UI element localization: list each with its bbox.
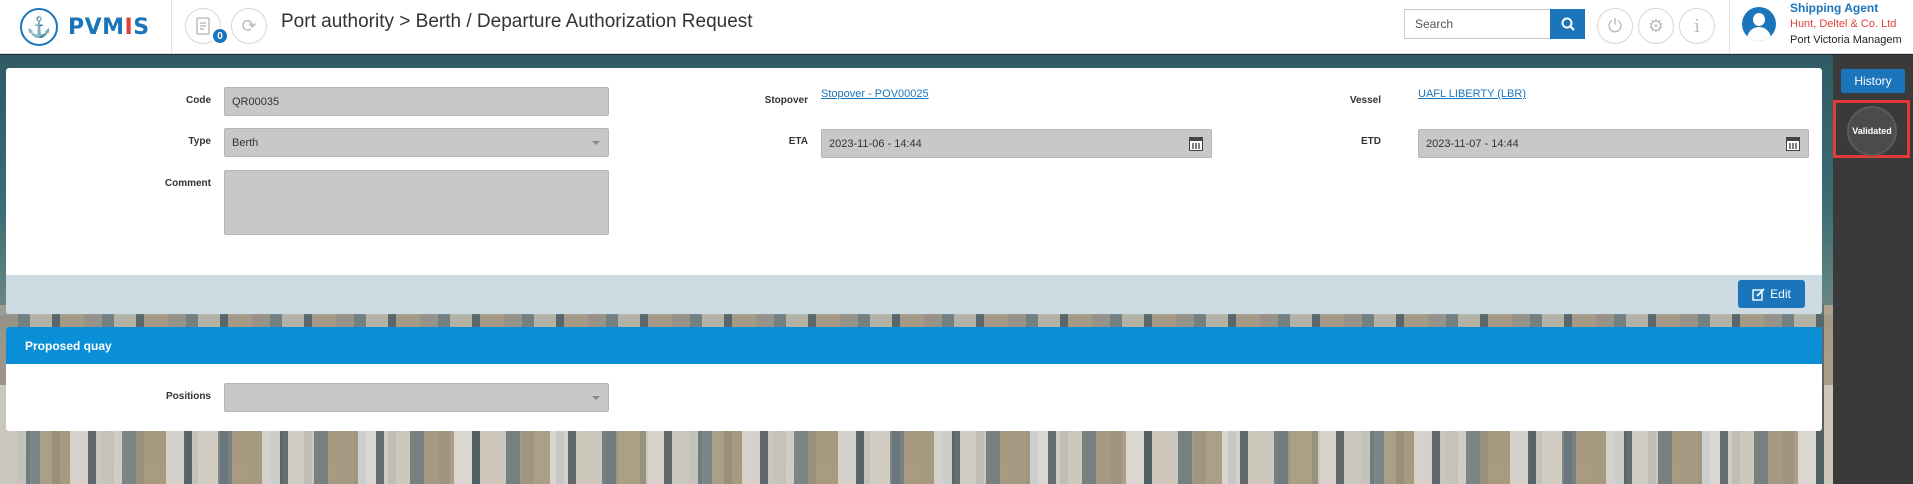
proposed-quay-header: Proposed quay [6,327,1822,364]
status-indicator: Validated [1847,106,1897,156]
type-label: Type [188,136,211,147]
document-icon [196,17,210,35]
edit-icon [1752,287,1765,301]
etd-field[interactable]: 2023-11-07 - 14:44 [1418,129,1809,158]
anchor-icon: ⚓ [20,8,58,46]
app-name: PVMIS [68,14,150,40]
chevron-down-icon [592,141,600,145]
eta-label: ETA [788,136,808,147]
refresh-button[interactable]: ⟳ [231,8,267,44]
comment-textarea[interactable] [224,170,609,235]
search-input[interactable] [1404,9,1550,39]
user-profile[interactable]: Shipping Agent Hunt, Deltel & Co. Ltd Po… [1729,0,1913,54]
proposed-quay-card: Proposed quay Positions [6,327,1822,431]
info-button[interactable]: i [1679,8,1715,44]
search-button[interactable] [1550,9,1585,39]
user-role: Shipping Agent [1790,1,1879,15]
chevron-down-icon [592,396,600,400]
notification-count-badge: 0 [211,27,229,45]
top-bar: ⚓ PVMIS 0 ⟳ Port authority > Berth / Dep… [0,0,1913,54]
refresh-icon: ⟳ [241,15,257,36]
vessel-label: Vessel [1349,95,1381,106]
positions-select[interactable] [224,383,609,412]
comment-label: Comment [164,178,211,189]
settings-button[interactable]: ⚙ [1638,8,1674,44]
page-title: Port authority > Berth / Departure Autho… [281,11,753,32]
edit-button[interactable]: Edit [1738,280,1805,308]
search-icon [1561,17,1575,31]
history-button[interactable]: History [1841,69,1905,93]
request-form-card: Code QR00035 Type Berth Comment Stopover… [6,68,1822,314]
positions-label: Positions [165,391,211,402]
stopover-label: Stopover [764,95,808,106]
code-label: Code [186,95,211,106]
user-company: Hunt, Deltel & Co. Ltd [1790,18,1897,30]
gears-icon: ⚙ [1647,15,1665,36]
type-select[interactable]: Berth [224,128,609,157]
stopover-link[interactable]: Stopover - POV00025 [821,88,929,100]
calendar-icon[interactable] [1189,137,1203,151]
avatar [1742,7,1776,41]
power-button[interactable]: ⏻ [1597,8,1633,44]
info-icon: i [1694,15,1700,37]
eta-field[interactable]: 2023-11-06 - 14:44 [821,129,1212,158]
user-port: Port Victoria Managem [1790,34,1902,46]
power-icon: ⏻ [1607,15,1623,36]
vessel-link[interactable]: UAFL LIBERTY (LBR) [1418,88,1526,100]
code-field[interactable]: QR00035 [224,87,609,116]
form-footer [6,275,1822,314]
etd-label: ETD [1361,136,1381,147]
calendar-icon[interactable] [1786,137,1800,151]
app-logo[interactable]: ⚓ PVMIS [0,0,172,54]
